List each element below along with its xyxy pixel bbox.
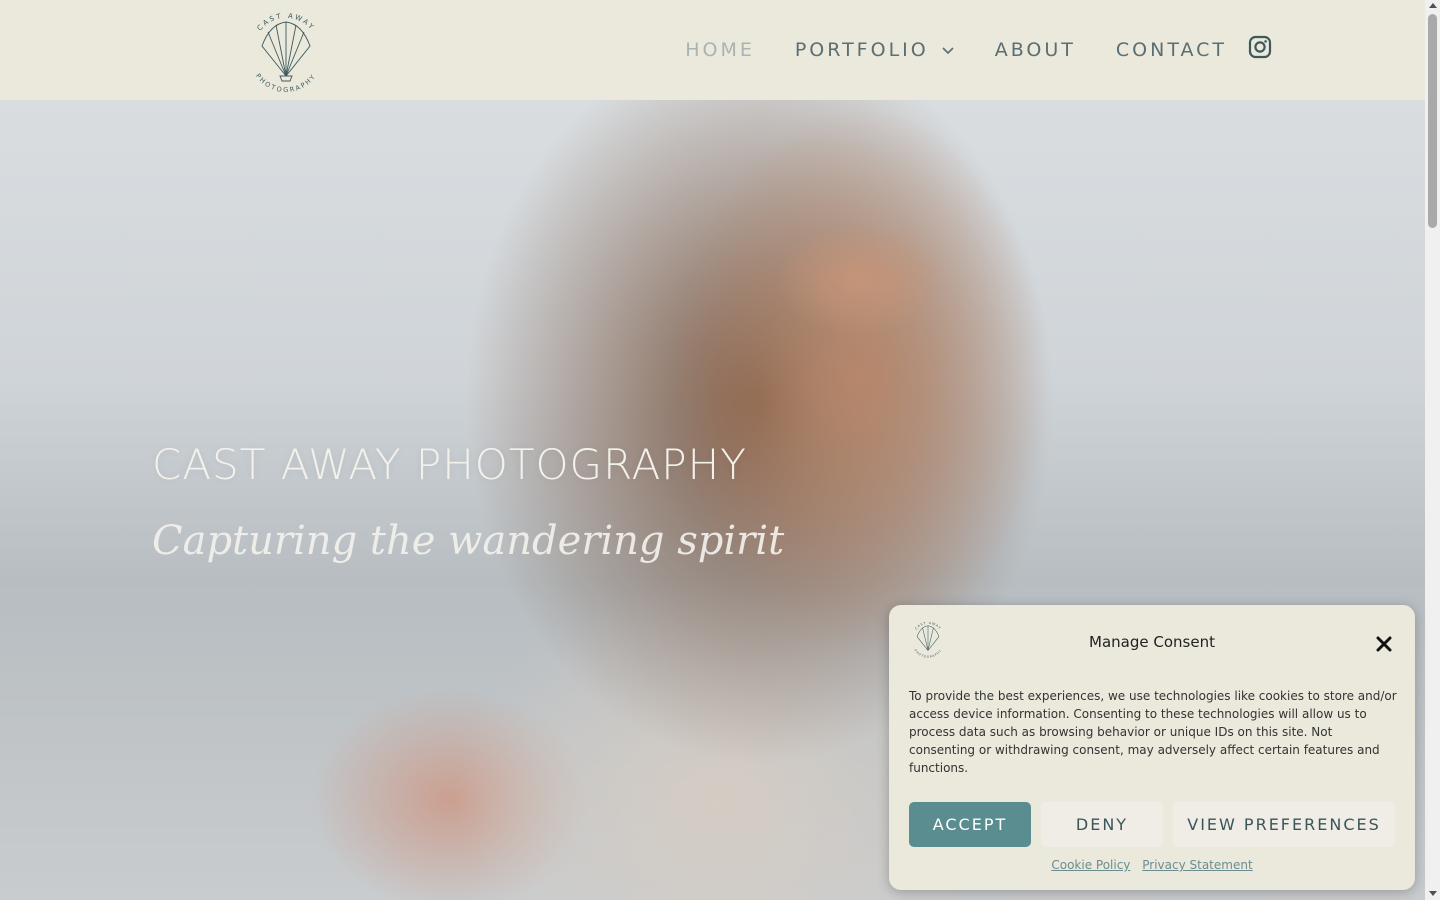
nav-contact[interactable]: CONTACT xyxy=(1116,39,1227,61)
privacy-statement-link[interactable]: Privacy Statement xyxy=(1142,858,1252,872)
cookie-policy-link[interactable]: Cookie Policy xyxy=(1051,858,1130,872)
consent-links: Cookie Policy Privacy Statement xyxy=(889,858,1415,872)
view-preferences-button[interactable]: VIEW PREFERENCES xyxy=(1173,802,1395,847)
nav-home[interactable]: HOME xyxy=(685,39,755,61)
nav-home-label: HOME xyxy=(685,39,755,61)
main-nav: HOME PORTFOLIO ABOUT CONTACT xyxy=(685,0,1227,100)
instagram-icon[interactable] xyxy=(1248,35,1272,59)
accept-button[interactable]: ACCEPT xyxy=(909,802,1031,847)
hero-tagline: Capturing the wandering spirit xyxy=(152,518,785,564)
site-header: CAST AWAY PHOTOGRAPHY HOME PORTFOLIO ABO… xyxy=(0,0,1425,100)
consent-body: To provide the best experiences, we use … xyxy=(909,689,1397,775)
close-icon[interactable] xyxy=(1375,635,1393,653)
page-scrollbar[interactable] xyxy=(1425,0,1440,900)
nav-about-label: ABOUT xyxy=(994,39,1076,61)
scroll-up-arrow-icon[interactable] xyxy=(1428,3,1437,8)
scroll-down-arrow-icon[interactable] xyxy=(1428,891,1437,896)
consent-title: Manage Consent xyxy=(1089,633,1215,651)
nav-contact-label: CONTACT xyxy=(1115,39,1227,61)
hero-title: CAST AWAY PHOTOGRAPHY xyxy=(152,440,747,489)
deny-button[interactable]: DENY xyxy=(1041,802,1163,847)
chevron-down-icon xyxy=(942,47,954,55)
nav-portfolio-label: PORTFOLIO xyxy=(794,39,929,61)
consent-dialog: CAST AWAY PHOTOGRAPHY Manage Consent To … xyxy=(889,605,1415,890)
nav-portfolio[interactable]: PORTFOLIO xyxy=(795,39,955,61)
scroll-thumb[interactable] xyxy=(1428,14,1437,228)
shell-logo[interactable]: CAST AWAY PHOTOGRAPHY xyxy=(240,6,332,96)
nav-about[interactable]: ABOUT xyxy=(995,39,1076,61)
